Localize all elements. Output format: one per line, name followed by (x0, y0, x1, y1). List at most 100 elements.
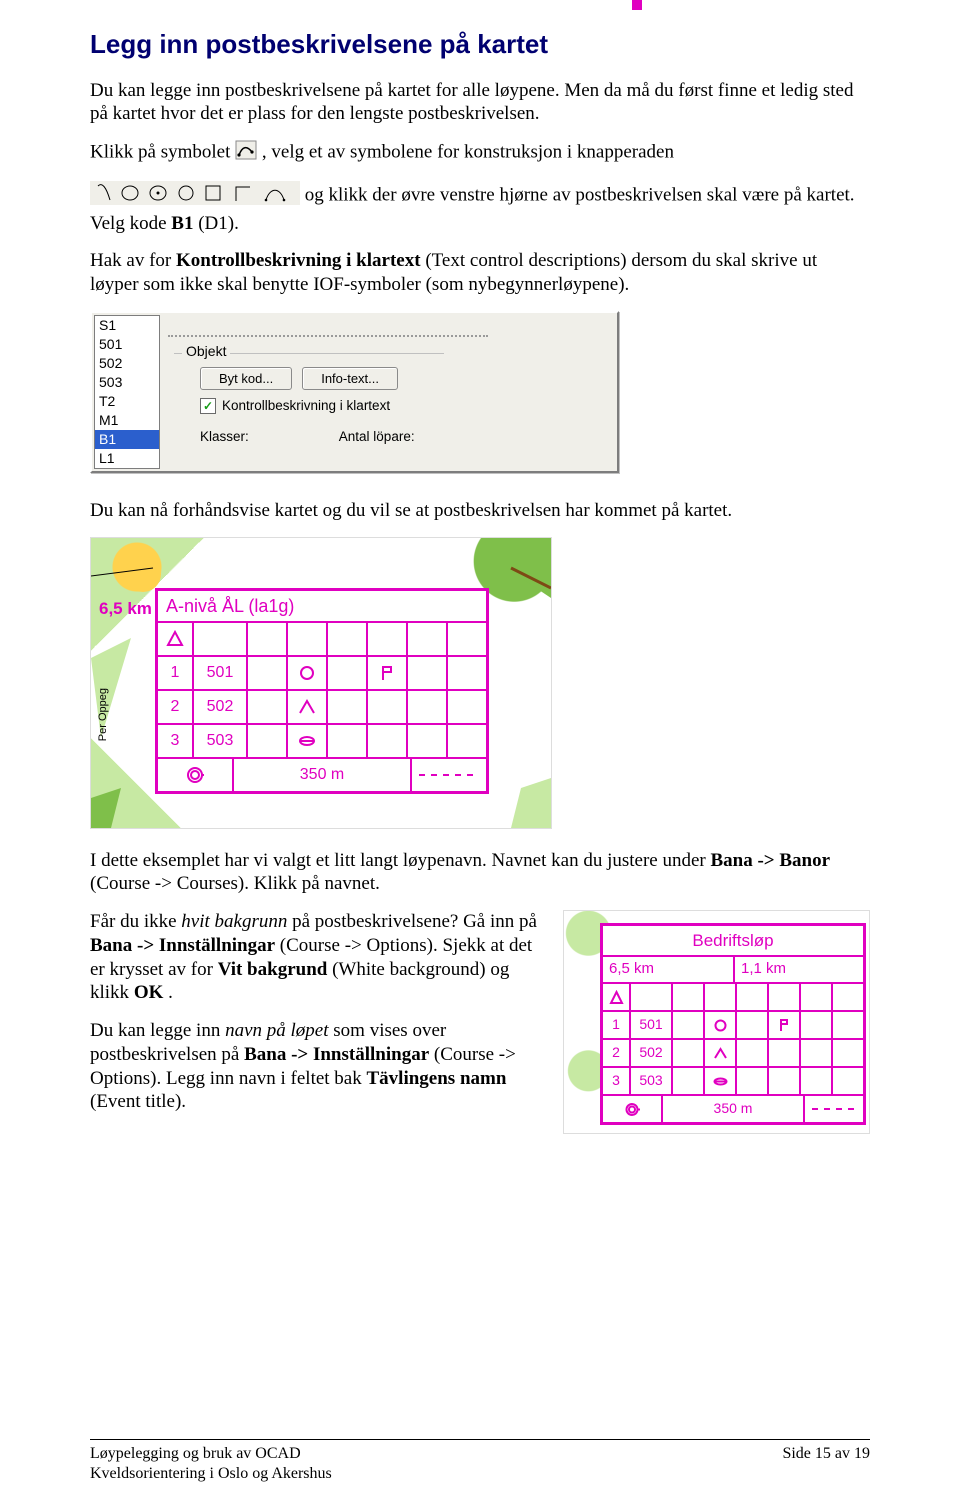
cell-number: 2 (158, 689, 192, 723)
km-b: 1,1 km (733, 957, 863, 982)
cell (831, 1010, 863, 1038)
cell (831, 1038, 863, 1066)
cell-number: 3 (603, 1066, 629, 1094)
text: (Event title). (90, 1091, 186, 1112)
document-page: Legg inn postbeskrivelsene på kartet Du … (0, 0, 960, 1508)
cell (671, 982, 703, 1010)
list-item-selected[interactable]: B1 (95, 430, 159, 449)
cell (799, 1010, 831, 1038)
start-triangle-icon (603, 982, 629, 1010)
list-item[interactable]: L1 (95, 449, 159, 468)
fig3-section: Bedriftsløp 6,5 km 1,1 km 1 501 2 (90, 910, 870, 1134)
paragraph-intro: Du kan legge inn postbeskrivelsene på ka… (90, 79, 870, 127)
cell (767, 1066, 799, 1094)
list-item[interactable]: 502 (95, 354, 159, 373)
cell (366, 723, 406, 757)
cell (767, 1038, 799, 1066)
control-description-box: A-nivå ÅL (la1g) 1 501 (155, 588, 489, 795)
code-b1: B1 (171, 213, 193, 234)
ctrl-footer: 350 m (603, 1094, 863, 1122)
cell (446, 723, 486, 757)
list-item[interactable]: 501 (95, 335, 159, 354)
byt-kod-button[interactable]: Byt kod... (200, 367, 292, 390)
cell (831, 982, 863, 1010)
cell (192, 621, 246, 655)
text: Hak av for (90, 250, 176, 271)
checkbox-checked-icon[interactable]: ✓ (200, 398, 216, 414)
symbol-marsh-icon (286, 723, 326, 757)
finish-circle-icon (603, 1096, 661, 1122)
paragraph-klartext: Hak av for Kontrollbeskrivning i klartex… (90, 249, 870, 297)
cell-code: 502 (629, 1038, 671, 1066)
cell (246, 689, 286, 723)
cell (767, 982, 799, 1010)
list-item[interactable]: T2 (95, 392, 159, 411)
text: (D1). (198, 213, 239, 234)
ctrl-desc-box: Bedriftsløp 6,5 km 1,1 km 1 501 2 (600, 923, 866, 1125)
footer-right: Side 15 av 19 (782, 1444, 870, 1484)
cell (799, 982, 831, 1010)
dash-line-icon (412, 759, 486, 791)
text-italic: navn på løpet (225, 1020, 328, 1041)
ctrl-title: Bedriftsløp (603, 926, 863, 955)
cell (446, 655, 486, 689)
cell (735, 1038, 767, 1066)
km-a: 6,5 km (603, 957, 733, 982)
list-item[interactable]: M1 (95, 411, 159, 430)
cell (366, 621, 406, 655)
cell (406, 689, 446, 723)
text: Får du ikke (90, 911, 181, 932)
klartext-checkbox-row[interactable]: ✓ Kontrollbeskrivning i klartext (200, 398, 611, 415)
symbol-circle-icon (286, 655, 326, 689)
paragraph-preview: Du kan nå forhåndsvise kartet og du vil … (90, 499, 870, 523)
antal-lopare-label: Antal löpare: (339, 429, 415, 446)
cell (286, 621, 326, 655)
ctrl-sub-header: 6,5 km 1,1 km (603, 955, 863, 982)
cell-number: 2 (603, 1038, 629, 1066)
cell (406, 723, 446, 757)
cell-number: 1 (603, 1010, 629, 1038)
cell (629, 982, 671, 1010)
objekt-panel: Objekt Byt kod... Info-text... ✓ Kontrol… (162, 313, 617, 471)
paragraph-name-adjust: I dette eksemplet har vi valgt et litt l… (90, 849, 870, 897)
cell (326, 655, 366, 689)
cell (671, 1010, 703, 1038)
cell (406, 655, 446, 689)
cell-code: 501 (629, 1010, 671, 1038)
curve-tool-icon (235, 140, 257, 167)
cell (735, 1010, 767, 1038)
cell-code: 503 (629, 1066, 671, 1094)
text-bold: Bana -> Banor (710, 850, 830, 871)
groupbox-objekt: Objekt Byt kod... Info-text... ✓ Kontrol… (176, 345, 611, 454)
list-item[interactable]: 503 (95, 373, 159, 392)
paragraph-toolbar: og klikk der øvre venstre hjørne av post… (90, 181, 870, 236)
footer-distance: 350 m (232, 759, 412, 791)
finish-circle-icon (158, 759, 232, 791)
symbol-knoll-icon (286, 689, 326, 723)
cell-number: 1 (158, 655, 192, 689)
cell (246, 655, 286, 689)
text: Klikk på symbolet (90, 142, 235, 163)
symbol-marsh-icon (703, 1066, 735, 1094)
footer-left-1: Løypelegging og bruk av OCAD (90, 1444, 332, 1464)
control-description-bedriftslop: Bedriftsløp 6,5 km 1,1 km 1 501 2 (563, 910, 870, 1134)
symbol-circle-icon (703, 1010, 735, 1038)
ctrl-desc-header: A-nivå ÅL (la1g) (158, 591, 486, 622)
info-text-button[interactable]: Info-text... (302, 367, 398, 390)
cell (366, 689, 406, 723)
distance-label: 6,5 km (99, 598, 152, 619)
cell (406, 621, 446, 655)
dash-line-icon (805, 1096, 863, 1122)
symbol-knoll-icon (703, 1038, 735, 1066)
cell-code: 503 (192, 723, 246, 757)
list-item[interactable]: S1 (95, 316, 159, 335)
side-caption: Per Oppeg (97, 688, 111, 741)
checkbox-label: Kontrollbeskrivning i klartext (222, 398, 390, 415)
text: på postbeskrivelsene? Gå inn på (292, 911, 537, 932)
klasser-label: Klasser: (200, 429, 249, 446)
map-preview: 6,5 km Per Oppeg A-nivå ÅL (la1g) 1 501 (90, 537, 552, 829)
ctrl-desc-footer: 350 m (158, 757, 486, 791)
construction-toolbar-icons (90, 181, 300, 212)
code-listbox[interactable]: S1 501 502 503 T2 M1 B1 L1 (94, 315, 160, 469)
cell (735, 1066, 767, 1094)
